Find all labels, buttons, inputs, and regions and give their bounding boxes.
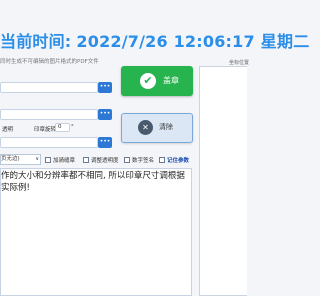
rotate-angle-input[interactable]: 0 <box>55 123 70 132</box>
current-time-banner: 当前时间: 2022/7/26 12:06:17 星期二 <box>0 28 309 52</box>
browse-stamp-button[interactable]: ••• <box>98 109 112 120</box>
close-icon: ✕ <box>138 120 153 135</box>
clear-button-label: 清除 <box>159 123 173 131</box>
chevron-down-icon: ∨ <box>35 156 39 162</box>
stamp-button[interactable]: ✔ 盖章 <box>121 66 193 96</box>
remember-params-label: 记住参数 <box>167 158 190 164</box>
clear-button[interactable]: ✕ 清除 <box>121 113 193 143</box>
browse-output-button[interactable]: ••• <box>98 137 112 148</box>
page-mode-value: 页无边) <box>1 156 20 162</box>
digital-signature-checkbox[interactable] <box>124 157 130 163</box>
notes-text: 作的大小和分辨率都不相同, 所以印章尺寸调根据实际例! <box>1 171 185 193</box>
transparency-label: 调整透明度 <box>91 158 119 164</box>
time-prefix: 当前时间: <box>0 32 72 51</box>
rotate-label: 印章旋转 <box>34 127 57 133</box>
preview-panel <box>199 66 247 296</box>
preview-title: 坐标位置 <box>229 60 250 66</box>
check-icon: ✔ <box>140 73 156 89</box>
remember-params-checkbox[interactable] <box>159 157 165 163</box>
browse-source-button[interactable]: ••• <box>98 82 112 93</box>
stamp-image-input[interactable] <box>0 109 98 120</box>
transparency-checkbox[interactable] <box>83 157 89 163</box>
digital-signature-label: 数字签名 <box>132 158 155 164</box>
time-date: 2022/7/26 12:06:17 <box>76 32 255 51</box>
source-file-input[interactable] <box>0 82 98 93</box>
stamp-button-label: 盖章 <box>163 76 179 85</box>
transparent-label: 透明 <box>2 127 14 133</box>
notes-textarea[interactable]: 作的大小和分辨率都不相同, 所以印章尺寸调根据实际例! <box>0 168 192 296</box>
output-folder-input[interactable] <box>0 137 98 148</box>
pdf-hint-text: 同时生成不可编辑的图片格式的PDF文件 <box>0 59 99 65</box>
watermark-label: 加骑缝章 <box>53 158 76 164</box>
rotate-unit: ° <box>71 124 74 130</box>
watermark-checkbox[interactable] <box>45 157 51 163</box>
page-mode-select[interactable]: 页无边) ∨ <box>0 154 41 165</box>
time-weekday: 星期二 <box>260 32 310 51</box>
